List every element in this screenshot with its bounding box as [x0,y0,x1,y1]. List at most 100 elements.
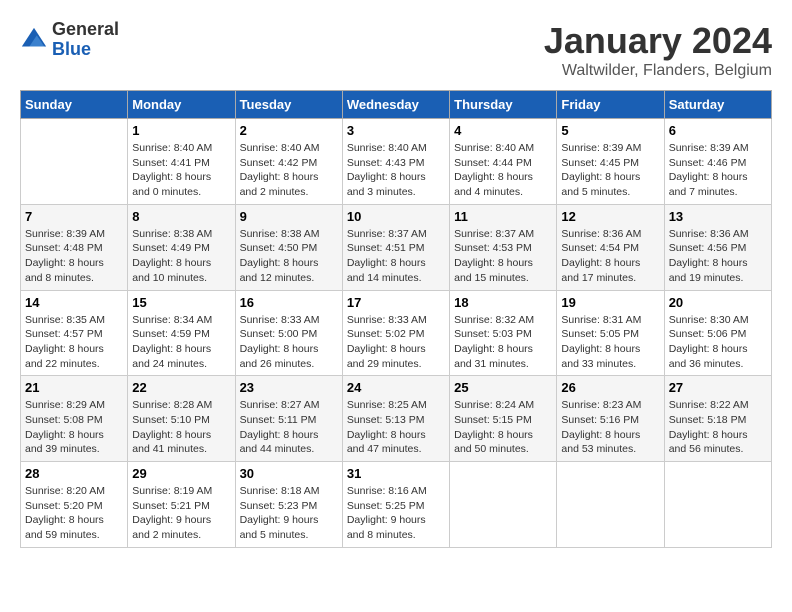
day-info: Sunrise: 8:33 AMSunset: 5:00 PMDaylight:… [240,313,338,372]
day-number: 23 [240,380,338,395]
calendar-cell: 10Sunrise: 8:37 AMSunset: 4:51 PMDayligh… [342,204,449,290]
calendar-cell: 20 Sunrise: 8:30 AMSunset: 5:06 PMDayligh… [664,290,771,376]
calendar-cell: 21Sunrise: 8:29 AMSunset: 5:08 PMDayligh… [21,376,128,462]
calendar-cell: 26 Sunrise: 8:23 AMSunset: 5:16 PMDayligh… [557,376,664,462]
calendar-cell: 5 Sunrise: 8:39 AMSunset: 4:45 PMDaylight… [557,119,664,205]
day-info: Sunrise: 8:30 AMSunset: 5:06 PMDaylight:… [669,313,767,372]
calendar-cell: 17 Sunrise: 8:33 AMSunset: 5:02 PMDayligh… [342,290,449,376]
day-info: Sunrise: 8:39 AMSunset: 4:45 PMDaylight:… [561,141,659,200]
day-number: 29 [132,466,230,481]
day-info: Sunrise: 8:40 AMSunset: 4:44 PMDaylight:… [454,141,552,200]
calendar-cell: 18 Sunrise: 8:32 AMSunset: 5:03 PMDayligh… [450,290,557,376]
day-info: Sunrise: 8:40 AMSunset: 4:41 PMDaylight:… [132,141,230,200]
calendar-cell [664,462,771,548]
day-number: 26 [561,380,659,395]
day-number: 5 [561,123,659,138]
calendar-cell: 1 Sunrise: 8:40 AMSunset: 4:41 PMDaylight… [128,119,235,205]
calendar-cell [557,462,664,548]
day-number: 9 [240,209,338,224]
calendar-cell: 19 Sunrise: 8:31 AMSunset: 5:05 PMDayligh… [557,290,664,376]
calendar-cell: 24Sunrise: 8:25 AMSunset: 5:13 PMDayligh… [342,376,449,462]
day-info: Sunrise: 8:40 AMSunset: 4:42 PMDaylight:… [240,141,338,200]
day-number: 19 [561,295,659,310]
day-header-saturday: Saturday [664,91,771,119]
calendar-cell: 23 Sunrise: 8:27 AMSunset: 5:11 PMDayligh… [235,376,342,462]
day-number: 12 [561,209,659,224]
day-number: 1 [132,123,230,138]
calendar-cell [450,462,557,548]
calendar-week-4: 21Sunrise: 8:29 AMSunset: 5:08 PMDayligh… [21,376,772,462]
calendar-cell: 27Sunrise: 8:22 AMSunset: 5:18 PMDayligh… [664,376,771,462]
day-info: Sunrise: 8:33 AMSunset: 5:02 PMDaylight:… [347,313,445,372]
calendar-title: January 2024 [544,20,772,62]
day-number: 22 [132,380,230,395]
calendar-cell: 9Sunrise: 8:38 AMSunset: 4:50 PMDaylight… [235,204,342,290]
day-info: Sunrise: 8:16 AMSunset: 5:25 PMDaylight:… [347,484,445,543]
logo-icon [20,26,48,54]
day-info: Sunrise: 8:32 AMSunset: 5:03 PMDaylight:… [454,313,552,372]
day-info: Sunrise: 8:31 AMSunset: 5:05 PMDaylight:… [561,313,659,372]
day-number: 31 [347,466,445,481]
logo-text: General Blue [52,20,119,60]
day-info: Sunrise: 8:18 AMSunset: 5:23 PMDaylight:… [240,484,338,543]
day-number: 17 [347,295,445,310]
day-info: Sunrise: 8:27 AMSunset: 5:11 PMDaylight:… [240,398,338,457]
calendar-cell: 8Sunrise: 8:38 AMSunset: 4:49 PMDaylight… [128,204,235,290]
day-number: 7 [25,209,123,224]
calendar-cell: 14 Sunrise: 8:35 AMSunset: 4:57 PMDayligh… [21,290,128,376]
day-info: Sunrise: 8:23 AMSunset: 5:16 PMDaylight:… [561,398,659,457]
day-header-wednesday: Wednesday [342,91,449,119]
calendar-cell: 30 Sunrise: 8:18 AMSunset: 5:23 PMDayligh… [235,462,342,548]
day-number: 6 [669,123,767,138]
day-info: Sunrise: 8:35 AMSunset: 4:57 PMDaylight:… [25,313,123,372]
day-info: Sunrise: 8:28 AMSunset: 5:10 PMDaylight:… [132,398,230,457]
day-number: 3 [347,123,445,138]
day-number: 18 [454,295,552,310]
day-number: 20 [669,295,767,310]
day-info: Sunrise: 8:39 AMSunset: 4:48 PMDaylight:… [25,227,123,286]
calendar-cell: 3 Sunrise: 8:40 AMSunset: 4:43 PMDaylight… [342,119,449,205]
calendar-cell: 15 Sunrise: 8:34 AMSunset: 4:59 PMDayligh… [128,290,235,376]
day-number: 15 [132,295,230,310]
calendar-subtitle: Waltwilder, Flanders, Belgium [544,62,772,80]
day-info: Sunrise: 8:22 AMSunset: 5:18 PMDaylight:… [669,398,767,457]
day-info: Sunrise: 8:19 AMSunset: 5:21 PMDaylight:… [132,484,230,543]
calendar-cell: 11Sunrise: 8:37 AMSunset: 4:53 PMDayligh… [450,204,557,290]
day-info: Sunrise: 8:34 AMSunset: 4:59 PMDaylight:… [132,313,230,372]
day-number: 30 [240,466,338,481]
calendar-cell: 22 Sunrise: 8:28 AMSunset: 5:10 PMDayligh… [128,376,235,462]
calendar-cell: 16 Sunrise: 8:33 AMSunset: 5:00 PMDayligh… [235,290,342,376]
day-info: Sunrise: 8:39 AMSunset: 4:46 PMDaylight:… [669,141,767,200]
calendar-week-2: 7 Sunrise: 8:39 AMSunset: 4:48 PMDaylight… [21,204,772,290]
title-block: January 2024 Waltwilder, Flanders, Belgi… [544,20,772,80]
calendar-cell: 2 Sunrise: 8:40 AMSunset: 4:42 PMDaylight… [235,119,342,205]
day-number: 28 [25,466,123,481]
day-info: Sunrise: 8:24 AMSunset: 5:15 PMDaylight:… [454,398,552,457]
calendar-cell: 13Sunrise: 8:36 AMSunset: 4:56 PMDayligh… [664,204,771,290]
calendar-cell: 31 Sunrise: 8:16 AMSunset: 5:25 PMDayligh… [342,462,449,548]
day-number: 10 [347,209,445,224]
calendar-cell: 25 Sunrise: 8:24 AMSunset: 5:15 PMDayligh… [450,376,557,462]
day-info: Sunrise: 8:40 AMSunset: 4:43 PMDaylight:… [347,141,445,200]
day-info: Sunrise: 8:36 AMSunset: 4:54 PMDaylight:… [561,227,659,286]
calendar-cell [21,119,128,205]
calendar-cell: 29 Sunrise: 8:19 AMSunset: 5:21 PMDayligh… [128,462,235,548]
day-number: 13 [669,209,767,224]
calendar-header-row: SundayMondayTuesdayWednesdayThursdayFrid… [21,91,772,119]
day-number: 25 [454,380,552,395]
day-number: 14 [25,295,123,310]
logo-blue: Blue [52,39,91,59]
calendar-cell: 28 Sunrise: 8:20 AMSunset: 5:20 PMDayligh… [21,462,128,548]
calendar-cell: 4Sunrise: 8:40 AMSunset: 4:44 PMDaylight… [450,119,557,205]
day-info: Sunrise: 8:37 AMSunset: 4:53 PMDaylight:… [454,227,552,286]
logo-general: General [52,19,119,39]
day-header-tuesday: Tuesday [235,91,342,119]
calendar-cell: 7 Sunrise: 8:39 AMSunset: 4:48 PMDaylight… [21,204,128,290]
day-header-sunday: Sunday [21,91,128,119]
day-number: 2 [240,123,338,138]
calendar-week-3: 14 Sunrise: 8:35 AMSunset: 4:57 PMDayligh… [21,290,772,376]
day-info: Sunrise: 8:20 AMSunset: 5:20 PMDaylight:… [25,484,123,543]
day-number: 8 [132,209,230,224]
day-header-friday: Friday [557,91,664,119]
day-number: 16 [240,295,338,310]
